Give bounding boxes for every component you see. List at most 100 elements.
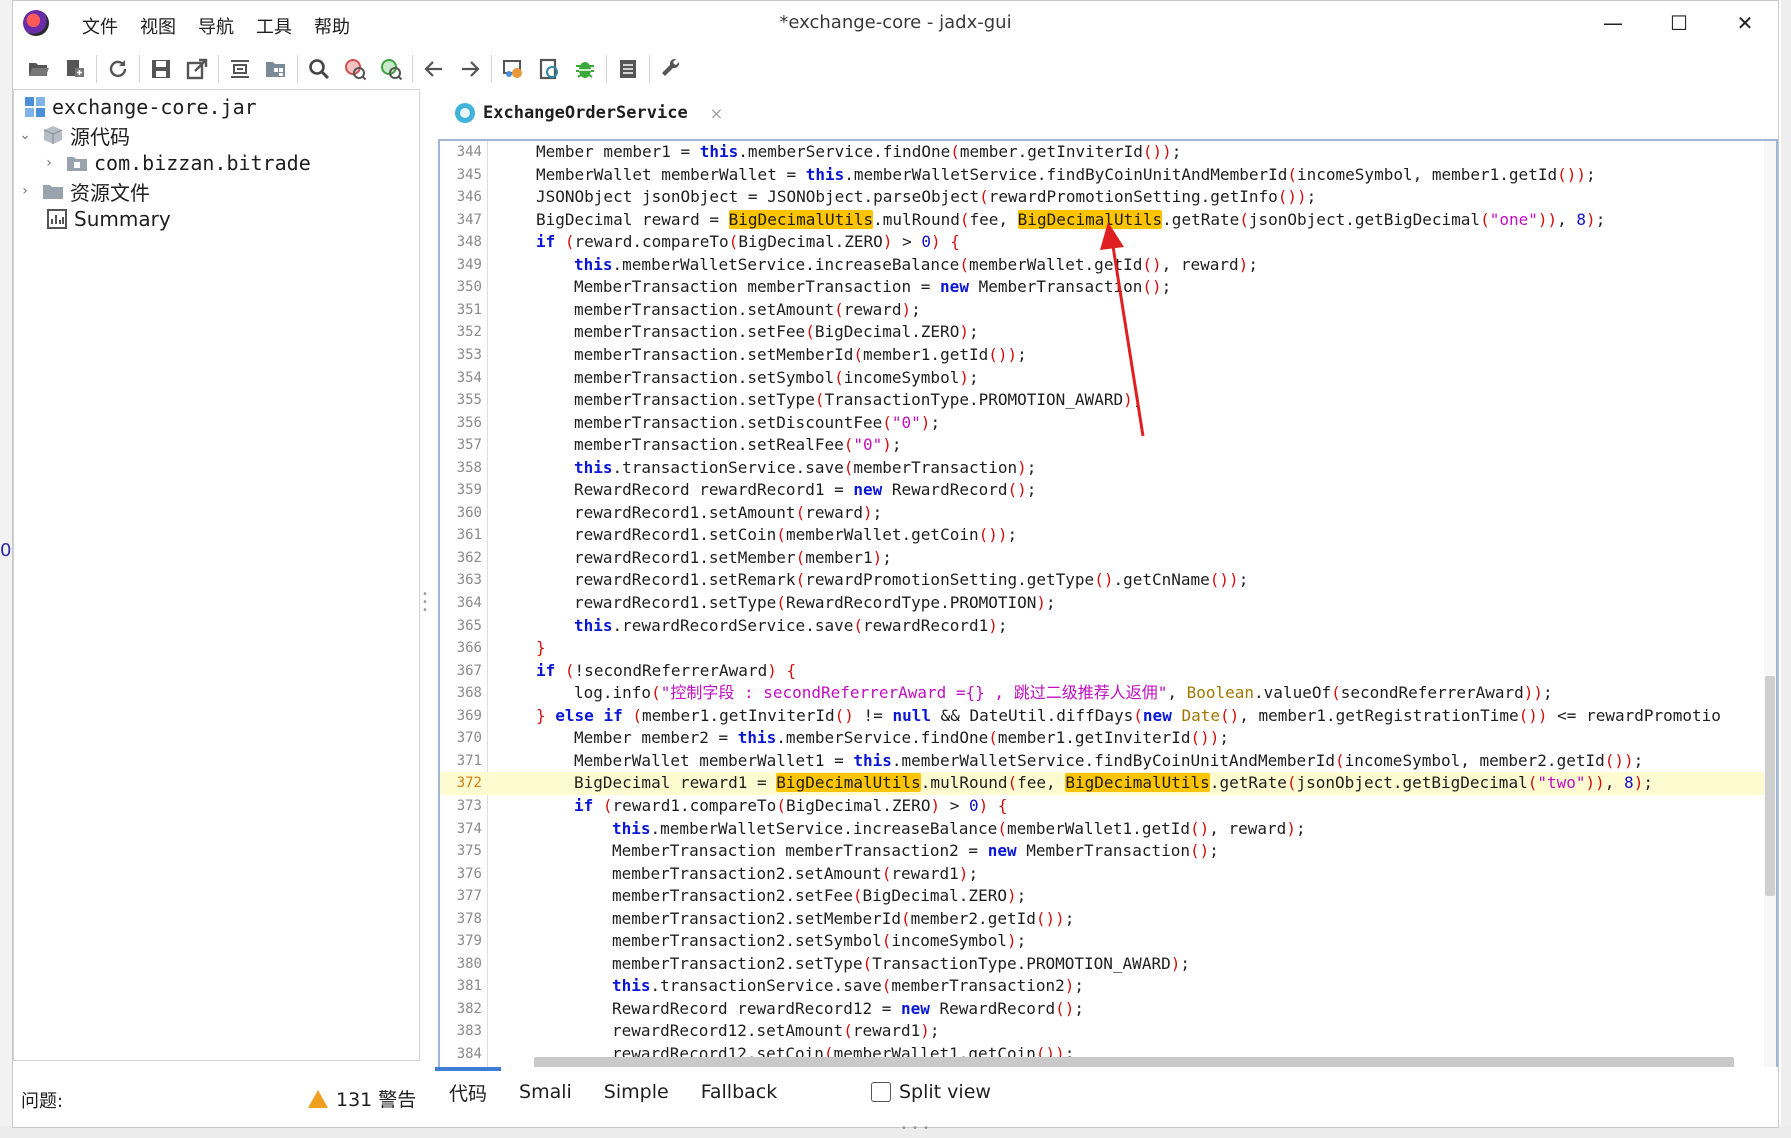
code-text: if (reward1.compareTo(BigDecimal.ZERO) >… — [574, 795, 1008, 815]
code-line[interactable]: 373 if (reward1.compareTo(BigDecimal.ZERO… — [440, 795, 1776, 818]
tree-item-label: exchange-core.jar — [52, 95, 257, 119]
code-line[interactable]: 346 JSONObject jsonObject = JSONObject.pa… — [440, 186, 1776, 209]
line-number: 370 — [456, 730, 482, 747]
vertical-scrollbar-thumb[interactable] — [1765, 676, 1775, 896]
code-text: memberTransaction2.setAmount(reward1); — [612, 863, 979, 883]
resize-grip[interactable]: • • • — [901, 1123, 930, 1134]
tree-item-package[interactable]: › com.bizzan.bitrade — [42, 148, 311, 178]
code-line[interactable]: 366} — [440, 637, 1776, 660]
code-line[interactable]: 382 RewardRecord rewardRecord12 = new Rew… — [440, 998, 1776, 1021]
sync-icon[interactable] — [222, 52, 258, 86]
code-line[interactable]: 367 if (!secondReferrerAward) { — [440, 660, 1776, 683]
warnings-indicator[interactable]: 131 警告 — [308, 1085, 416, 1112]
code-line[interactable]: 350 MemberTransaction memberTransaction =… — [440, 276, 1776, 299]
code-line[interactable]: 371 MemberWallet memberWallet1 = this.mem… — [440, 750, 1776, 773]
close-window-button[interactable]: ✕ — [1712, 1, 1778, 45]
chevron-down-icon[interactable]: ⌄ — [18, 127, 32, 143]
line-number: 376 — [456, 865, 482, 882]
code-text: this.memberWalletService.increaseBalance… — [574, 254, 1258, 274]
save-icon[interactable] — [143, 52, 179, 86]
tree-item-resources[interactable]: › 资源文件 — [18, 176, 150, 206]
line-number: 345 — [456, 166, 482, 183]
line-number: 346 — [456, 189, 482, 206]
tab-code[interactable]: 代码 — [433, 1067, 503, 1117]
code-text: rewardRecord1.setCoin(memberWallet.getCo… — [574, 525, 1018, 545]
code-line[interactable]: 348 if (reward.compareTo(BigDecimal.ZERO)… — [440, 231, 1776, 254]
code-line[interactable]: 370 Member member2 = this.memberService.f… — [440, 727, 1776, 750]
code-text: memberTransaction.setFee(BigDecimal.ZERO… — [574, 322, 979, 342]
code-line[interactable]: 352 memberTransaction.setFee(BigDecimal.Z… — [440, 321, 1776, 344]
code-text: Member member2 = this.memberService.find… — [574, 728, 1230, 748]
split-view-toggle[interactable]: Split view — [871, 1081, 991, 1103]
code-line[interactable]: 378 memberTransaction2.setMemberId(member… — [440, 908, 1776, 931]
code-line[interactable]: 355 memberTransaction.setType(Transaction… — [440, 389, 1776, 412]
vertical-scrollbar[interactable] — [1764, 141, 1776, 1069]
code-line[interactable]: 374 this.memberWalletService.increaseBala… — [440, 818, 1776, 841]
chevron-right-icon[interactable]: › — [18, 183, 32, 199]
code-line[interactable]: 383 rewardRecord12.setAmount(reward1); — [440, 1020, 1776, 1043]
tab-simple[interactable]: Simple — [588, 1067, 685, 1117]
problems-label[interactable]: 问题: — [21, 1087, 63, 1113]
minimize-button[interactable]: — — [1580, 1, 1646, 45]
line-number: 377 — [456, 888, 482, 905]
class-icon — [455, 103, 475, 123]
code-line[interactable]: 345 MemberWallet memberWallet = this.memb… — [440, 164, 1776, 187]
tab-exchange-order-service[interactable]: ExchangeOrderService × — [455, 97, 723, 129]
code-line[interactable]: 363 rewardRecord1.setRemark(rewardPromoti… — [440, 569, 1776, 592]
code-line[interactable]: 357 memberTransaction.setRealFee("0"); — [440, 434, 1776, 457]
code-line[interactable]: 365 this.rewardRecordService.save(rewardR… — [440, 615, 1776, 638]
tree-item-summary[interactable]: Summary — [42, 204, 171, 234]
line-number: 361 — [456, 527, 482, 544]
code-line[interactable]: 379 memberTransaction2.setSymbol(incomeSy… — [440, 930, 1776, 953]
code-line[interactable]: 368 log.info("控制字段 : secondReferrerAward … — [440, 682, 1776, 705]
window-controls: — ☐ ✕ — [1580, 1, 1778, 45]
code-line[interactable]: 354 memberTransaction.setSymbol(incomeSym… — [440, 367, 1776, 390]
code-line[interactable]: 361 rewardRecord1.setCoin(memberWallet.ge… — [440, 524, 1776, 547]
flatten-packages-icon[interactable] — [258, 52, 294, 86]
code-line[interactable]: 344 Member member1 = this.memberService.f… — [440, 141, 1776, 164]
reload-icon[interactable] — [100, 52, 136, 86]
code-line[interactable]: 360 rewardRecord1.setAmount(reward); — [440, 502, 1776, 525]
tab-smali[interactable]: Smali — [503, 1067, 588, 1117]
code-line[interactable]: 380 memberTransaction2.setType(Transactio… — [440, 953, 1776, 976]
line-number: 384 — [456, 1046, 482, 1062]
split-view-checkbox[interactable] — [871, 1082, 891, 1102]
code-line[interactable]: 375 MemberTransaction memberTransaction2 … — [440, 840, 1776, 863]
search-icon[interactable] — [301, 52, 337, 86]
find-usage-icon[interactable] — [337, 52, 373, 86]
tab-close-icon[interactable]: × — [710, 104, 723, 123]
code-line[interactable]: 353 memberTransaction.setMemberId(member1… — [440, 344, 1776, 367]
code-line[interactable]: 351 memberTransaction.setAmount(reward); — [440, 299, 1776, 322]
debug-icon[interactable] — [567, 52, 603, 86]
code-line[interactable]: 356 memberTransaction.setDiscountFee("0")… — [440, 412, 1776, 435]
code-line[interactable]: 377 memberTransaction2.setFee(BigDecimal.… — [440, 885, 1776, 908]
tree-item-jar[interactable]: exchange-core.jar — [20, 92, 257, 122]
code-line[interactable]: 362 rewardRecord1.setMember(member1); — [440, 547, 1776, 570]
line-number: 367 — [456, 662, 482, 679]
chevron-right-icon[interactable]: › — [42, 155, 56, 171]
code-editor[interactable]: 344 Member member1 = this.memberService.f… — [438, 139, 1778, 1071]
preferences-icon[interactable] — [653, 52, 689, 86]
maximize-button[interactable]: ☐ — [1646, 1, 1712, 45]
code-line[interactable]: 372 BigDecimal reward1 = BigDecimalUtils.… — [440, 772, 1776, 795]
back-icon[interactable] — [416, 52, 452, 86]
forward-icon[interactable] — [452, 52, 488, 86]
code-line[interactable]: 376 memberTransaction2.setAmount(reward1)… — [440, 863, 1776, 886]
code-line[interactable]: 347 BigDecimal reward = BigDecimalUtils.m… — [440, 209, 1776, 232]
code-line[interactable]: 364 rewardRecord1.setType(RewardRecordTyp… — [440, 592, 1776, 615]
open-file-icon[interactable] — [21, 52, 57, 86]
code-line[interactable]: 381 this.transactionService.save(memberTr… — [440, 975, 1776, 998]
add-file-icon[interactable] — [57, 52, 93, 86]
decompile-settings-icon[interactable] — [495, 52, 531, 86]
panel-splitter[interactable]: • • • — [420, 590, 430, 621]
quark-icon[interactable] — [531, 52, 567, 86]
code-line[interactable]: 359 RewardRecord rewardRecord1 = new Rewa… — [440, 479, 1776, 502]
tab-fallback[interactable]: Fallback — [685, 1067, 794, 1117]
export-icon[interactable] — [179, 52, 215, 86]
code-line[interactable]: 349 this.memberWalletService.increaseBala… — [440, 254, 1776, 277]
log-icon[interactable] — [610, 52, 646, 86]
find-class-icon[interactable] — [373, 52, 409, 86]
tree-item-source-code[interactable]: ⌄ 源代码 — [18, 120, 130, 150]
code-line[interactable]: 358 this.transactionService.save(memberTr… — [440, 457, 1776, 480]
code-line[interactable]: 369} else if (member1.getInviterId() != … — [440, 705, 1776, 728]
